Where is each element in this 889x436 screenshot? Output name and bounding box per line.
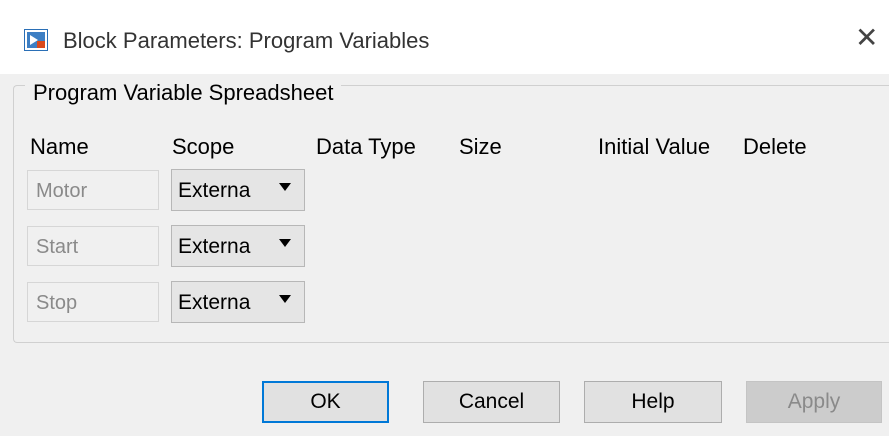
column-header-delete: Delete [743, 134, 807, 159]
simulink-block-icon [24, 29, 48, 51]
column-header-initial-value: Initial Value [598, 134, 711, 159]
column-header-scope: Scope [172, 134, 235, 159]
scope-dropdown[interactable]: Externa [171, 225, 305, 267]
variable-name-field: Start [27, 226, 159, 266]
chevron-down-icon [279, 295, 291, 303]
close-icon[interactable]: ✕ [855, 24, 878, 52]
variable-name-field: Motor [27, 170, 159, 210]
title-bar: Block Parameters: Program Variables ✕ [0, 0, 889, 74]
scope-dropdown[interactable]: Externa [171, 169, 305, 211]
scope-dropdown-value: Externa [178, 291, 251, 314]
groupbox-title: Program Variable Spreadsheet [25, 80, 342, 106]
scope-dropdown-value: Externa [178, 235, 251, 258]
column-header-name: Name [30, 134, 89, 159]
column-header-data-type: Data Type [316, 134, 416, 159]
chevron-down-icon [279, 239, 291, 247]
apply-button[interactable]: Apply [746, 381, 882, 423]
cancel-button[interactable]: Cancel [423, 381, 560, 423]
scope-dropdown[interactable]: Externa [171, 281, 305, 323]
chevron-down-icon [279, 183, 291, 191]
scope-dropdown-value: Externa [178, 179, 251, 202]
window-title: Block Parameters: Program Variables [63, 28, 430, 53]
ok-button[interactable]: OK [262, 381, 389, 423]
help-button[interactable]: Help [584, 381, 722, 423]
variable-name-field: Stop [27, 282, 159, 322]
column-header-size: Size [459, 134, 502, 159]
